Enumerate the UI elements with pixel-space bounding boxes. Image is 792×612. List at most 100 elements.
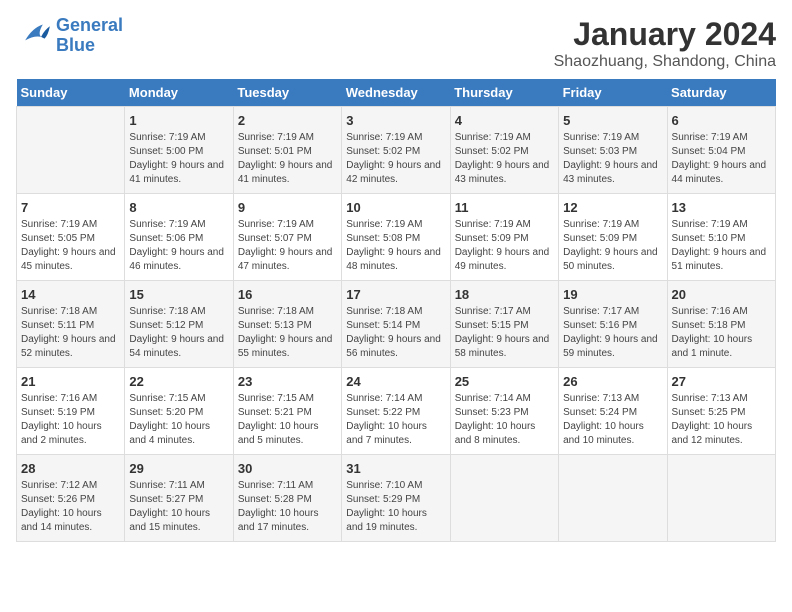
day-info: Sunrise: 7:12 AMSunset: 5:26 PMDaylight:…	[21, 479, 120, 535]
day-number: 3	[346, 113, 445, 128]
day-number: 1	[129, 113, 228, 128]
day-number: 28	[21, 461, 120, 476]
day-number: 25	[455, 374, 554, 389]
day-info: Sunrise: 7:17 AMSunset: 5:15 PMDaylight:…	[455, 305, 554, 361]
title-block: January 2024 Shaozhuang, Shandong, China	[554, 16, 776, 71]
day-number: 22	[129, 374, 228, 389]
calendar-cell: 18 Sunrise: 7:17 AMSunset: 5:15 PMDayligh…	[450, 281, 558, 368]
day-info: Sunrise: 7:14 AMSunset: 5:23 PMDaylight:…	[455, 392, 554, 448]
day-info: Sunrise: 7:19 AMSunset: 5:05 PMDaylight:…	[21, 218, 120, 274]
day-number: 18	[455, 287, 554, 302]
day-info: Sunrise: 7:19 AMSunset: 5:08 PMDaylight:…	[346, 218, 445, 274]
calendar-cell: 24 Sunrise: 7:14 AMSunset: 5:22 PMDayligh…	[342, 368, 450, 455]
week-row-1: 1Sunrise: 7:19 AMSunset: 5:00 PMDaylight…	[17, 107, 776, 194]
day-number: 23	[238, 374, 337, 389]
day-info: Sunrise: 7:16 AMSunset: 5:18 PMDaylight:…	[672, 305, 771, 361]
day-info: Sunrise: 7:13 AMSunset: 5:24 PMDaylight:…	[563, 392, 662, 448]
day-number: 5	[563, 113, 662, 128]
day-info: Sunrise: 7:15 AMSunset: 5:21 PMDaylight:…	[238, 392, 337, 448]
calendar-cell: 15Sunrise: 7:18 AMSunset: 5:12 PMDayligh…	[125, 281, 233, 368]
day-info: Sunrise: 7:19 AMSunset: 5:02 PMDaylight:…	[346, 131, 445, 187]
day-info: Sunrise: 7:14 AMSunset: 5:22 PMDaylight:…	[346, 392, 445, 448]
day-number: 11	[455, 200, 554, 215]
calendar-cell: 22 Sunrise: 7:15 AMSunset: 5:20 PMDayligh…	[125, 368, 233, 455]
calendar-cell: 2 Sunrise: 7:19 AMSunset: 5:01 PMDaylight…	[233, 107, 341, 194]
calendar-cell	[450, 455, 558, 542]
calendar-body: 1Sunrise: 7:19 AMSunset: 5:00 PMDaylight…	[17, 107, 776, 542]
main-title: January 2024	[554, 16, 776, 53]
header-friday: Friday	[559, 79, 667, 107]
calendar-cell: 13Sunrise: 7:19 AMSunset: 5:10 PMDayligh…	[667, 194, 775, 281]
logo-general: General	[56, 15, 123, 35]
calendar-cell	[17, 107, 125, 194]
day-info: Sunrise: 7:18 AMSunset: 5:14 PMDaylight:…	[346, 305, 445, 361]
calendar-cell: 30Sunrise: 7:11 AMSunset: 5:28 PMDayligh…	[233, 455, 341, 542]
day-number: 4	[455, 113, 554, 128]
day-info: Sunrise: 7:18 AMSunset: 5:13 PMDaylight:…	[238, 305, 337, 361]
calendar-cell: 21 Sunrise: 7:16 AMSunset: 5:19 PMDayligh…	[17, 368, 125, 455]
day-info: Sunrise: 7:11 AMSunset: 5:28 PMDaylight:…	[238, 479, 337, 535]
calendar-cell: 26Sunrise: 7:13 AMSunset: 5:24 PMDayligh…	[559, 368, 667, 455]
calendar-cell: 12 Sunrise: 7:19 AMSunset: 5:09 PMDayligh…	[559, 194, 667, 281]
calendar-cell: 29 Sunrise: 7:11 AMSunset: 5:27 PMDayligh…	[125, 455, 233, 542]
calendar-cell: 7Sunrise: 7:19 AMSunset: 5:05 PMDaylight…	[17, 194, 125, 281]
day-info: Sunrise: 7:19 AMSunset: 5:02 PMDaylight:…	[455, 131, 554, 187]
day-number: 16	[238, 287, 337, 302]
calendar-cell: 3 Sunrise: 7:19 AMSunset: 5:02 PMDaylight…	[342, 107, 450, 194]
logo-text-block: General Blue	[56, 16, 123, 56]
week-row-3: 14 Sunrise: 7:18 AMSunset: 5:11 PMDayligh…	[17, 281, 776, 368]
day-info: Sunrise: 7:19 AMSunset: 5:09 PMDaylight:…	[455, 218, 554, 274]
day-number: 2	[238, 113, 337, 128]
day-number: 15	[129, 287, 228, 302]
calendar-cell: 20 Sunrise: 7:16 AMSunset: 5:18 PMDayligh…	[667, 281, 775, 368]
day-number: 6	[672, 113, 771, 128]
calendar-cell: 11 Sunrise: 7:19 AMSunset: 5:09 PMDayligh…	[450, 194, 558, 281]
day-info: Sunrise: 7:19 AMSunset: 5:09 PMDaylight:…	[563, 218, 662, 274]
day-number: 14	[21, 287, 120, 302]
calendar-cell: 5Sunrise: 7:19 AMSunset: 5:03 PMDaylight…	[559, 107, 667, 194]
day-number: 24	[346, 374, 445, 389]
day-info: Sunrise: 7:17 AMSunset: 5:16 PMDaylight:…	[563, 305, 662, 361]
calendar-cell	[559, 455, 667, 542]
header-monday: Monday	[125, 79, 233, 107]
day-number: 27	[672, 374, 771, 389]
calendar-cell: 19Sunrise: 7:17 AMSunset: 5:16 PMDayligh…	[559, 281, 667, 368]
calendar-cell: 23 Sunrise: 7:15 AMSunset: 5:21 PMDayligh…	[233, 368, 341, 455]
logo: General Blue	[16, 16, 123, 56]
day-number: 20	[672, 287, 771, 302]
week-row-4: 21 Sunrise: 7:16 AMSunset: 5:19 PMDayligh…	[17, 368, 776, 455]
day-info: Sunrise: 7:15 AMSunset: 5:20 PMDaylight:…	[129, 392, 228, 448]
day-number: 12	[563, 200, 662, 215]
header-sunday: Sunday	[17, 79, 125, 107]
day-info: Sunrise: 7:13 AMSunset: 5:25 PMDaylight:…	[672, 392, 771, 448]
calendar-cell: 17 Sunrise: 7:18 AMSunset: 5:14 PMDayligh…	[342, 281, 450, 368]
day-number: 10	[346, 200, 445, 215]
day-number: 17	[346, 287, 445, 302]
calendar-cell: 9 Sunrise: 7:19 AMSunset: 5:07 PMDaylight…	[233, 194, 341, 281]
day-number: 29	[129, 461, 228, 476]
calendar-cell: 25 Sunrise: 7:14 AMSunset: 5:23 PMDayligh…	[450, 368, 558, 455]
calendar-cell: 10 Sunrise: 7:19 AMSunset: 5:08 PMDayligh…	[342, 194, 450, 281]
logo-icon	[16, 21, 52, 51]
calendar-cell: 31Sunrise: 7:10 AMSunset: 5:29 PMDayligh…	[342, 455, 450, 542]
day-info: Sunrise: 7:16 AMSunset: 5:19 PMDaylight:…	[21, 392, 120, 448]
day-info: Sunrise: 7:19 AMSunset: 5:01 PMDaylight:…	[238, 131, 337, 187]
day-info: Sunrise: 7:19 AMSunset: 5:04 PMDaylight:…	[672, 131, 771, 187]
calendar-table: SundayMondayTuesdayWednesdayThursdayFrid…	[16, 79, 776, 542]
header-saturday: Saturday	[667, 79, 775, 107]
day-info: Sunrise: 7:19 AMSunset: 5:10 PMDaylight:…	[672, 218, 771, 274]
header-tuesday: Tuesday	[233, 79, 341, 107]
calendar-cell: 8Sunrise: 7:19 AMSunset: 5:06 PMDaylight…	[125, 194, 233, 281]
week-row-5: 28 Sunrise: 7:12 AMSunset: 5:26 PMDayligh…	[17, 455, 776, 542]
calendar-cell: 16 Sunrise: 7:18 AMSunset: 5:13 PMDayligh…	[233, 281, 341, 368]
day-number: 8	[129, 200, 228, 215]
page-header: General Blue January 2024 Shaozhuang, Sh…	[16, 16, 776, 71]
calendar-cell	[667, 455, 775, 542]
day-info: Sunrise: 7:11 AMSunset: 5:27 PMDaylight:…	[129, 479, 228, 535]
day-info: Sunrise: 7:10 AMSunset: 5:29 PMDaylight:…	[346, 479, 445, 535]
day-number: 21	[21, 374, 120, 389]
day-number: 9	[238, 200, 337, 215]
calendar-cell: 6 Sunrise: 7:19 AMSunset: 5:04 PMDaylight…	[667, 107, 775, 194]
day-info: Sunrise: 7:19 AMSunset: 5:07 PMDaylight:…	[238, 218, 337, 274]
day-info: Sunrise: 7:18 AMSunset: 5:11 PMDaylight:…	[21, 305, 120, 361]
